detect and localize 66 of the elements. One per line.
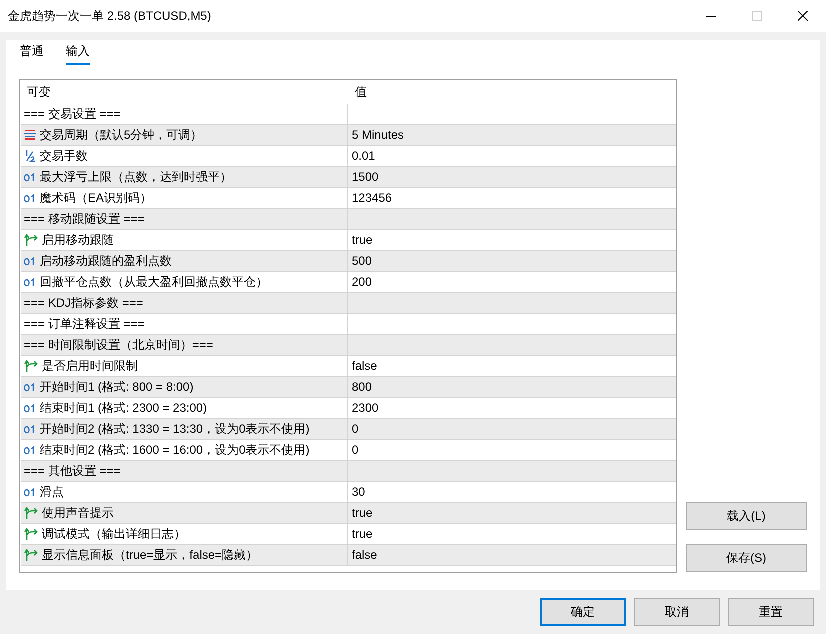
parameter-name: 启用移动跟随 [42,232,114,248]
integer-icon [24,382,36,392]
tab[interactable]: 普通 [20,40,44,65]
integer-icon [24,256,36,266]
parameter-value[interactable]: 0 [352,443,359,457]
parameter-name: 开始时间1 (格式: 800 = 8:00) [40,378,194,396]
branch-arrow-icon [24,528,38,540]
parameter-name: 魔术码（EA识别码） [40,190,152,206]
parameter-name: 结束时间1 (格式: 2300 = 23:00) [40,400,208,416]
parameter-name: 启动移动跟随的盈利点数 [40,252,172,270]
parameter-value[interactable]: false [352,359,378,373]
window-title: 金虎趋势一次一单 2.58 (BTCUSD,M5) [8,8,212,24]
integer-icon [24,446,36,454]
column-header[interactable]: 可变 [21,81,349,104]
parameter-value[interactable]: 1500 [352,170,379,184]
parameter-name: 开始时间2 (格式: 1330 = 13:30，设为0表示不使用) [40,420,310,438]
dialog-button[interactable]: 重置 [728,598,814,626]
dialog-button[interactable]: 取消 [634,598,720,626]
parameter-name: 最大浮亏上限（点数，达到时强平） [40,168,232,186]
maximize-icon [752,11,762,21]
integer-icon [24,488,36,496]
section-header: === 订单注释设置 === [24,316,145,332]
parameter-value[interactable]: 500 [352,254,372,268]
parameter-value[interactable]: 2300 [352,401,379,415]
load-button[interactable]: 载入(L) [686,502,807,530]
integer-icon [24,194,36,202]
branch-arrow-icon [24,234,38,246]
section-header: === KDJ指标参数 === [24,294,144,312]
parameter-name: 是否启用时间限制 [42,358,138,374]
integer-icon [24,172,36,182]
integer-icon [24,424,36,434]
list-icon [24,130,36,140]
section-header: === 其他设置 === [24,462,121,480]
fraction-icon [24,150,36,162]
parameter-name: 结束时间2 (格式: 1600 = 16:00，设为0表示不使用) [40,442,310,458]
integer-icon [24,404,36,412]
column-header[interactable]: 值 [349,81,649,104]
parameter-value[interactable]: 800 [352,380,372,394]
parameter-name: 调试模式（输出详细日志） [42,526,186,542]
section-header: === 移动跟随设置 === [24,210,145,228]
parameter-value[interactable]: 5 Minutes [352,128,404,142]
parameter-value[interactable]: 30 [352,485,366,499]
parameter-name: 交易周期（默认5分钟，可调） [40,126,203,144]
branch-arrow-icon [24,548,38,562]
parameter-value[interactable]: 123456 [352,191,392,205]
save-button[interactable]: 保存(S) [686,544,807,572]
parameter-value[interactable]: false [352,548,378,562]
branch-arrow-icon [24,506,38,520]
parameter-name: 显示信息面板（true=显示，false=隐藏） [42,546,258,564]
section-header: === 时间限制设置（北京时间）=== [24,336,214,354]
section-header: === 交易设置 === [24,106,121,122]
parameter-value[interactable]: true [352,506,373,520]
parameter-value[interactable]: true [352,527,373,541]
close-icon [798,11,808,21]
parameter-value[interactable]: true [352,233,373,247]
dialog-button[interactable]: 确定 [540,598,626,626]
integer-icon [24,278,36,286]
parameter-value[interactable]: 200 [352,275,372,289]
parameter-name: 使用声音提示 [42,504,114,522]
branch-arrow-icon [24,360,38,372]
parameter-name: 回撤平仓点数（从最大盈利回撤点数平仓） [40,274,268,290]
parameter-name: 交易手数 [40,148,88,164]
tab[interactable]: 输入 [66,40,90,65]
parameter-name: 滑点 [40,484,64,500]
parameter-value[interactable]: 0 [352,422,359,436]
parameter-value[interactable]: 0.01 [352,149,376,163]
